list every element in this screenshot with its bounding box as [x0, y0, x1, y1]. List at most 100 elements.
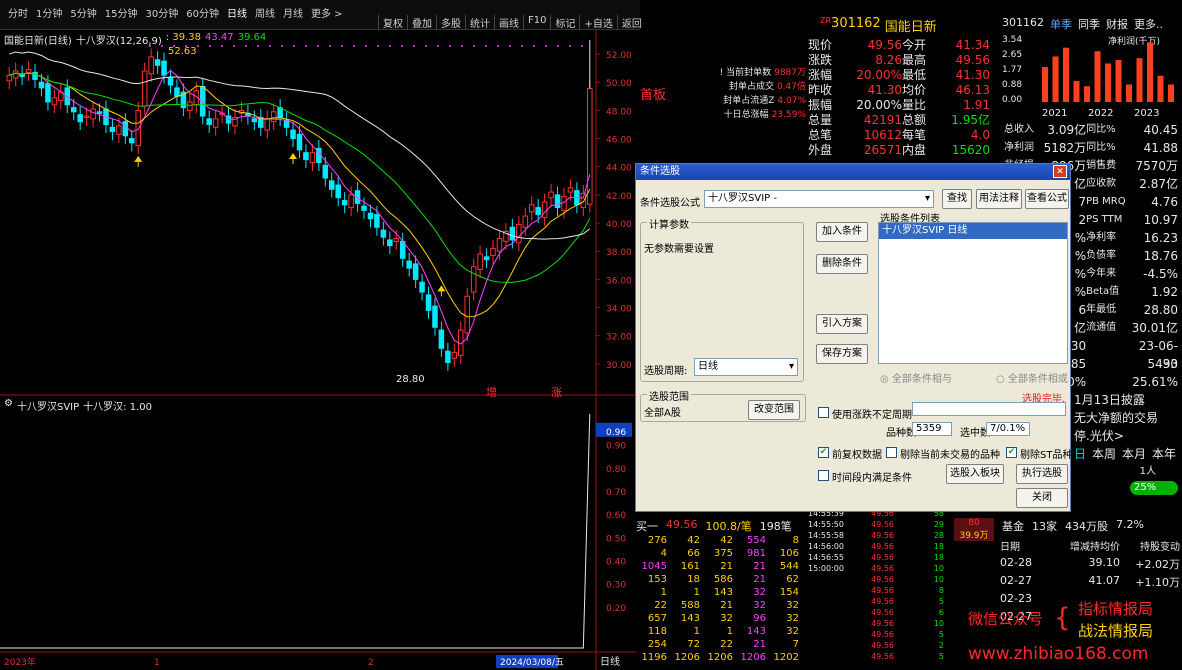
usage-button[interactable]: 用法注释	[976, 189, 1022, 209]
candle	[309, 152, 316, 164]
finance-tab[interactable]: 单季	[1050, 16, 1072, 32]
profit-bar	[1168, 84, 1174, 102]
add-condition-button[interactable]: 加入条件	[816, 222, 868, 242]
book-cell: 21	[753, 574, 766, 585]
book-cell: 8	[792, 535, 799, 546]
radio-and-label: 全部条件相与	[891, 374, 952, 385]
seal-label: 封单占流通Z	[723, 96, 775, 106]
toolbar-item[interactable]: 日线	[223, 6, 251, 24]
tick-vol: 2	[938, 641, 944, 650]
toolbar-item[interactable]: 60分钟	[182, 6, 223, 24]
toolbar-item[interactable]: 月线	[279, 6, 307, 24]
timerange-checkbox[interactable]	[818, 470, 829, 481]
period-select[interactable]: 日线 ▾	[694, 358, 798, 376]
tick-price: 49.56	[871, 553, 894, 562]
candle	[83, 115, 90, 118]
quote-row: 现价 49.56 今开 41.34	[808, 38, 998, 53]
toolbar-item[interactable]: 15分钟	[101, 6, 142, 24]
signal-dot	[521, 45, 523, 47]
book-cell: 1206	[674, 652, 700, 663]
period-tab[interactable]: 本年	[1152, 445, 1176, 463]
finance-tab[interactable]: 同季	[1078, 16, 1100, 32]
delete-condition-button[interactable]: 删除条件	[816, 254, 868, 274]
signal-dot	[365, 45, 367, 47]
toolbar-tool[interactable]: 标记	[550, 15, 579, 31]
condition-item[interactable]: 十八罗汉SVIP 日线	[879, 223, 1067, 239]
seal-value: 4.07%	[777, 96, 806, 106]
ind-tick-label: 0.96	[606, 428, 626, 438]
toolbar-item[interactable]: 周线	[251, 6, 279, 24]
close-button[interactable]: 关闭	[1016, 488, 1068, 508]
gear-icon[interactable]: ⚙	[4, 398, 13, 413]
close-icon[interactable]: ✕	[1053, 165, 1067, 178]
toolbar-tool[interactable]: +自选	[579, 15, 616, 31]
finance-tab[interactable]: 财报	[1106, 16, 1128, 32]
toolbar-tool[interactable]: 画线	[494, 15, 523, 31]
candle	[135, 109, 141, 147]
radio-and[interactable]: ◎ 全部条件相与	[880, 370, 952, 385]
candle	[109, 126, 116, 133]
toolbar-item[interactable]: 分时	[4, 6, 32, 24]
period-tab[interactable]: 本周	[1092, 445, 1116, 463]
profit-bar	[1115, 59, 1122, 102]
execute-button[interactable]: 执行选股	[1016, 464, 1068, 484]
period-tab[interactable]: 日	[1074, 445, 1086, 463]
toolbar-tool[interactable]: F10	[523, 15, 550, 31]
profit-bar	[1157, 75, 1164, 102]
toolbar-tool[interactable]: 统计	[465, 15, 494, 31]
quote-label: 总笔	[808, 128, 833, 142]
candle	[341, 200, 348, 206]
toolbar-item[interactable]: 1分钟	[32, 6, 66, 24]
tick-time	[808, 629, 854, 640]
kline-chart[interactable]: 52.00 50.00 48.00 46.00 44.00 42.00 40.00 38.00…	[0, 30, 637, 670]
quote-row: 外盘 26571 内盘 15620	[808, 143, 998, 158]
formula-select[interactable]: 十八罗汉SVIP - ▾	[704, 190, 934, 208]
st-checkbox[interactable]: ✔	[1006, 447, 1017, 458]
toolbar-item[interactable]: 更多 >	[307, 6, 347, 24]
book-cell: 66	[687, 548, 700, 559]
change-range-button[interactable]: 改变范围	[748, 400, 800, 420]
quote-row: 涨跌 8.26 最高 49.56	[808, 53, 998, 68]
notrade-checkbox[interactable]	[886, 447, 897, 458]
tick-row: 49.56 5	[808, 596, 998, 607]
candle	[70, 107, 77, 113]
fq-checkbox[interactable]: ✔	[818, 447, 829, 458]
signal-dot	[461, 45, 463, 47]
book-cell: 32	[786, 626, 799, 637]
import-plan-button[interactable]: 引入方案	[816, 314, 868, 334]
condition-list[interactable]: 十八罗汉SVIP 日线	[878, 222, 1068, 364]
save-plan-button[interactable]: 保存方案	[816, 344, 868, 364]
candle	[535, 207, 541, 216]
to-block-button[interactable]: 选股入板块	[946, 464, 1004, 484]
find-button[interactable]: 查找	[942, 189, 972, 209]
profit-bar	[1136, 58, 1143, 102]
toolbar-tool[interactable]: 叠加	[407, 15, 436, 31]
toolbar-item[interactable]: 30分钟	[141, 6, 182, 24]
uncertain-checkbox[interactable]	[818, 407, 829, 418]
radio-or[interactable]: ○ 全部条件相或	[996, 370, 1068, 385]
toolbar-tool[interactable]: 复权	[378, 15, 407, 31]
toolbar-item[interactable]: 5分钟	[66, 6, 100, 24]
candle	[212, 118, 219, 128]
notrade-label: 剔除当前未交易的品种	[900, 450, 1000, 461]
finance-v2: 负债率	[1086, 250, 1117, 261]
quote-value2: 1.91	[963, 98, 990, 112]
finance-tab[interactable]: 更多..	[1134, 16, 1163, 32]
view-formula-button[interactable]: 查看公式	[1025, 189, 1069, 209]
profit-bar-chart: 净利润(千万)3.542.651.770.880.002021 2022 2023	[1002, 35, 1174, 119]
finance-v3: 40.45	[1143, 123, 1178, 137]
tick-price: 49.56	[871, 586, 894, 595]
tick-time: 14:56:55	[808, 553, 844, 562]
finance-v3: 18.76	[1143, 249, 1178, 263]
toolbar-tool[interactable]: 多股	[436, 15, 465, 31]
toolbar-tool[interactable]: 返回	[616, 15, 646, 31]
period-tab[interactable]: 本月	[1122, 445, 1146, 463]
site-url: www.zhibiao168.com	[968, 644, 1149, 664]
signal-dot	[473, 45, 475, 47]
zhang-label: 涨	[551, 386, 562, 399]
uncertain-input[interactable]	[912, 402, 1066, 416]
tick-vol: 10	[933, 575, 944, 584]
dialog-titlebar[interactable]: 条件选股 ✕	[636, 164, 1070, 180]
formula-value: 十八罗汉SVIP -	[708, 193, 777, 204]
count-value: 5359	[912, 422, 952, 436]
